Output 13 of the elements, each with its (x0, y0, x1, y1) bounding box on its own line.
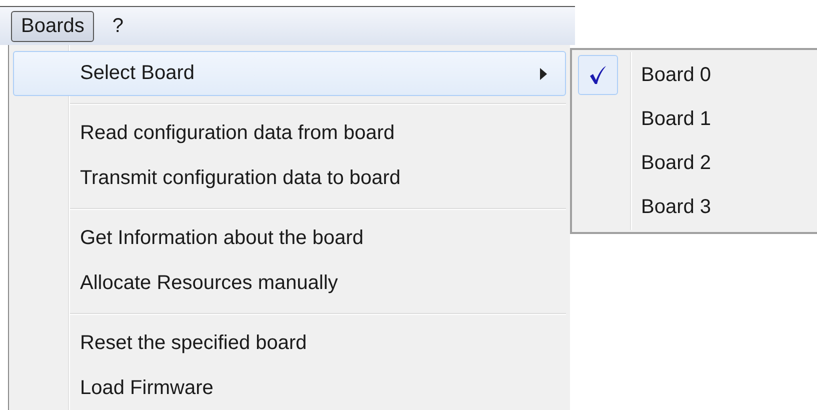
menu-item[interactable]: Board 0 (578, 53, 817, 97)
menu-bar-item[interactable]: ? (102, 10, 134, 42)
menu-item[interactable]: Reset the specified board (13, 321, 566, 366)
menu-item[interactable]: Get Information about the board (13, 216, 566, 261)
menu-bar-item[interactable]: Boards (11, 10, 94, 42)
menu-item[interactable]: Board 1 (578, 97, 817, 141)
menu-item[interactable]: Allocate Resources manually (13, 261, 566, 306)
menu-item[interactable]: Read configuration data from board (13, 111, 566, 156)
menu-item[interactable]: Board 2 (578, 141, 817, 185)
menu-item[interactable]: Board 3 (578, 185, 817, 229)
menu-item[interactable]: Select Board (13, 51, 566, 96)
menu-item[interactable]: Load Firmware (13, 366, 566, 410)
menu-item[interactable]: Transmit configuration data to board (13, 156, 566, 201)
